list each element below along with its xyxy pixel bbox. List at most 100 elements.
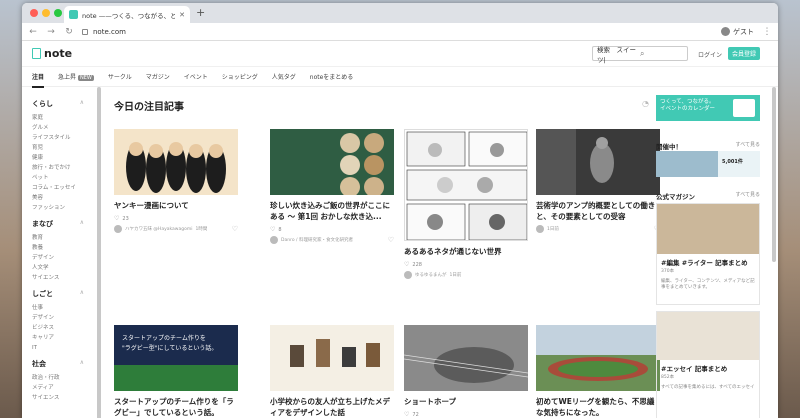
tab-popular-tags[interactable]: 人気タグ [272,72,296,81]
sidebar-item[interactable]: 健康 [32,153,84,163]
tab-shopping[interactable]: ショッピング [222,72,258,81]
sidebar-item[interactable]: 人文学 [32,263,84,273]
article-title[interactable]: 珍しい炊き込みご飯の世界がここにある 〜 第1回 おかしな炊き込... [270,200,394,222]
tab-circle[interactable]: サークル [108,72,132,81]
article-author[interactable]: 1日前♡ [536,225,660,233]
article-card[interactable]: 初めてWEリーグを観たら、不思議な気持ちになった。 [536,325,660,418]
signup-button[interactable]: 会員登録 [728,47,760,60]
search-input[interactable]: 検索 スイーツ| ⌕ [592,46,688,64]
banner-text: つくって、つながる。 イベントのカレンダー [660,99,716,112]
sidebar-item[interactable]: ファッション [32,203,84,213]
sidebar-item[interactable]: ライフスタイル [32,133,84,143]
sidebar-item[interactable]: グルメ [32,123,84,133]
more-menu-icon[interactable]: ⋮ [762,27,772,37]
sidebar-item[interactable]: ビジネス [32,323,84,333]
sidebar-item[interactable]: 旅行・おでかけ [32,163,84,173]
note-logo[interactable]: note [32,47,72,60]
sidebar-item[interactable]: ペット [32,173,84,183]
sidebar-item[interactable]: IT [32,343,84,353]
article-author[interactable]: Danro / 料理研究家・食文化研究者 ♡ [270,236,394,244]
new-tab-icon[interactable]: + [196,6,205,19]
article-thumbnail[interactable] [114,129,238,195]
article-card[interactable]: 珍しい炊き込みご飯の世界がここにある 〜 第1回 おかしな炊き込... ♡ 8 D… [270,129,394,244]
event-count: 5,001件 [722,159,743,165]
rss-icon[interactable]: ◔ [642,99,650,108]
article-title[interactable]: 芸術学のアンプ的概要としての働きと、その要素としての受容 [536,200,660,222]
close-window-button[interactable] [30,9,38,17]
maximize-window-button[interactable] [54,9,62,17]
article-title[interactable]: ヤンキー漫画について [114,200,238,211]
sidebar-item[interactable]: 教育 [32,233,84,243]
tab-trending[interactable]: 急上昇 NEW [58,72,94,81]
address-bar[interactable]: note.com [82,28,713,36]
magazine-card[interactable]: #エッセイ 記事まとめ 852本 すべての記事を集めるには、すべてのエッセイ [656,311,760,418]
sidebar-item[interactable]: メディア [32,383,84,393]
author-name: Danro / 料理研究家・食文化研究者 [281,238,353,243]
forward-icon[interactable]: → [46,27,56,37]
login-link[interactable]: ログイン [698,50,722,59]
page-scrollbar[interactable] [772,87,776,262]
magazine-title[interactable]: #エッセイ 記事まとめ [657,360,759,373]
post-date: 1日前 [449,273,462,278]
article-card[interactable]: 小学校からの友人が立ち上げたメディアをデザインした話 [270,325,394,418]
sidebar-item[interactable]: コラム・エッセイ [32,183,84,193]
tab-trending-label: 急上昇 [58,74,77,81]
sidebar-item[interactable]: サイエンス [32,393,84,403]
like-button-icon[interactable]: ♡ [232,225,238,233]
sidebar-item[interactable]: デザイン [32,313,84,323]
sidebar-item[interactable]: デザイン [32,253,84,263]
sidebar-item[interactable]: 政治・行政 [32,373,84,383]
sidebar-item[interactable]: キャリア [32,333,84,343]
sidebar-item[interactable]: 育児 [32,143,84,153]
article-card[interactable]: あるあるネタが通じない世界 ♡ 228 ゆるゆるまんが 1日前 [404,129,528,279]
event-card[interactable]: 5,001件 [656,151,760,177]
sidebar-section[interactable]: まなび ∧ [32,219,84,229]
like-button-icon[interactable]: ♡ [388,236,394,244]
article-thumbnail[interactable] [404,325,528,391]
sidebar-section[interactable]: しごと ∧ [32,289,84,299]
article-thumbnail[interactable] [270,325,394,391]
article-thumbnail[interactable] [270,129,394,195]
profile-button[interactable]: ゲスト [721,27,754,37]
article-card[interactable]: ショートホープ ♡ 72 [404,325,528,418]
article-card[interactable]: スタートアップのチーム作りを "ラグビー型"にしているという話。 スタートアップ… [114,325,238,418]
event-calendar-banner[interactable]: つくって、つながる。 イベントのカレンダー [656,95,760,121]
sidebar-item[interactable]: 教養 [32,243,84,253]
article-title[interactable]: あるあるネタが通じない世界 [404,246,528,257]
article-card[interactable]: 芸術学のアンプ的概要としての働きと、その要素としての受容 1日前♡ [536,129,660,233]
article-thumbnail[interactable] [536,129,660,195]
search-icon[interactable]: ⌕ [640,49,683,59]
article-thumbnail[interactable]: スタートアップのチーム作りを "ラグビー型"にしているという話。 [114,325,238,391]
article-title[interactable]: ショートホープ [404,396,528,407]
article-card[interactable]: ヤンキー漫画について ♡ 23 ハヤカワ五味 @Hayakawagomi 1時間 ♡ [114,129,238,233]
article-author[interactable]: ハヤカワ五味 @Hayakawagomi 1時間 ♡ [114,225,238,233]
page-title: 今日の注目記事 [114,102,184,113]
sidebar-item[interactable]: 美容 [32,193,84,203]
minimize-window-button[interactable] [42,9,50,17]
sidebar-item[interactable]: 家庭 [32,113,84,123]
article-thumbnail[interactable] [536,325,660,391]
sidebar-section[interactable]: くらし ∧ [32,99,84,109]
tab-event[interactable]: イベント [184,72,208,81]
magazine-title[interactable]: #編集 #ライター 記事まとめ [657,254,759,267]
tab-summary[interactable]: noteをまとめる [310,72,354,81]
article-title[interactable]: スタートアップのチーム作りを「ラグビー」でしているという話。 [114,396,238,418]
article-likes: ♡ 23 [114,215,238,222]
reload-icon[interactable]: ↻ [64,27,74,37]
tab-close-icon[interactable]: ✕ [179,11,185,19]
see-all-link[interactable]: すべて見る [736,191,760,201]
article-thumbnail[interactable] [404,129,528,241]
tab-featured[interactable]: 注目 [32,72,45,88]
article-author[interactable]: ゆるゆるまんが 1日前 [404,271,528,279]
browser-tab[interactable]: note ——つくる、つながる、とど ✕ [64,6,190,23]
sidebar-scrollbar[interactable] [97,87,101,418]
see-all-link[interactable]: すべて見る [736,141,760,151]
article-title[interactable]: 初めてWEリーグを観たら、不思議な気持ちになった。 [536,396,660,418]
back-icon[interactable]: ← [28,27,38,37]
sidebar-item[interactable]: 仕事 [32,303,84,313]
sidebar-item[interactable]: サイエンス [32,273,84,283]
article-title[interactable]: 小学校からの友人が立ち上げたメディアをデザインした話 [270,396,394,418]
magazine-card[interactable]: #編集 #ライター 記事まとめ 370本 編集、ライター、コンテンツ、メディアな… [656,203,760,305]
sidebar-section[interactable]: 社会 ∧ [32,359,84,369]
tab-magazine[interactable]: マガジン [146,72,170,81]
